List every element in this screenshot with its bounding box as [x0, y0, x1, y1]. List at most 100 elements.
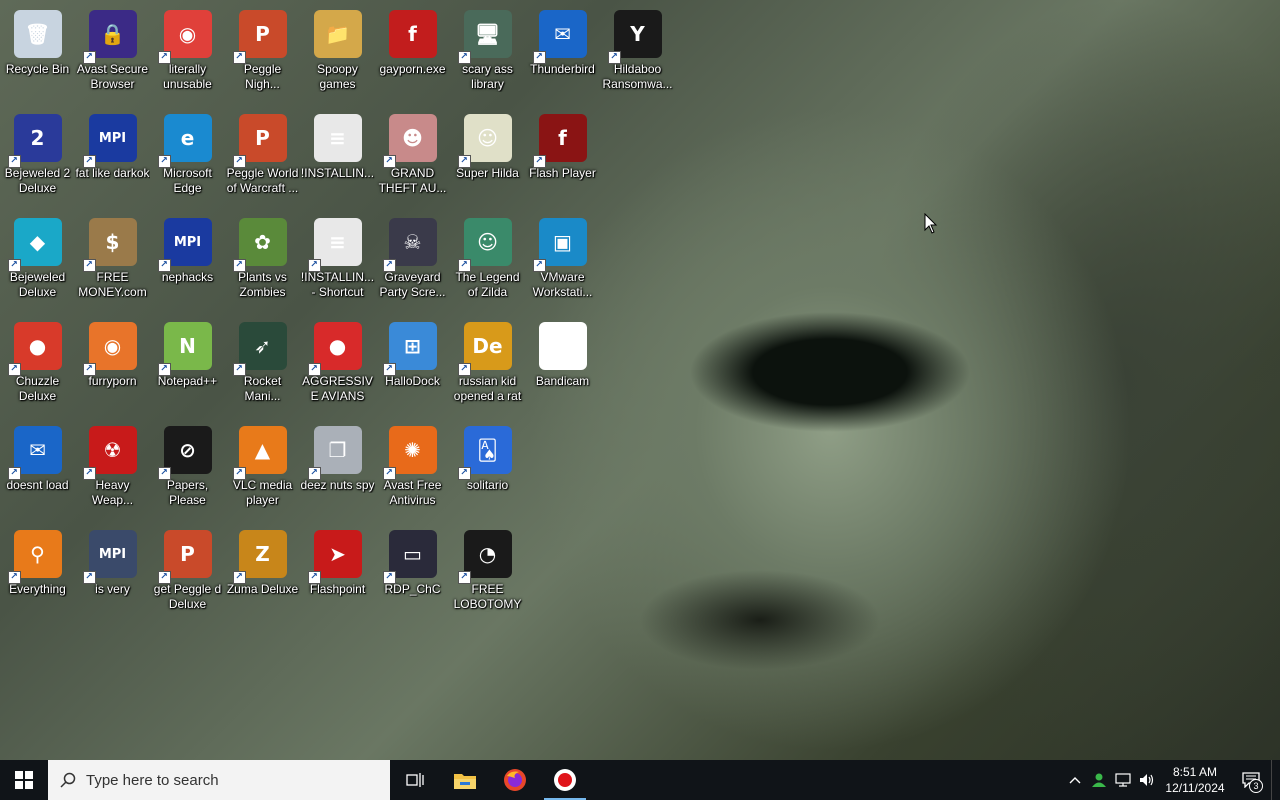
taskbar-search-box[interactable]: Type here to search [48, 760, 390, 800]
desktop-icon-label: Heavy Weap... [91, 478, 134, 507]
desktop-icon-image: De ↗ [457, 322, 512, 376]
network-button[interactable] [1111, 760, 1135, 800]
shortcut-arrow-icon: ↗ [232, 51, 246, 64]
desktop-icon[interactable]: ✿ ↗ Plants vs Zombies [225, 212, 300, 316]
desktop-icon-image: ⚲ ↗ [7, 530, 62, 584]
desktop-icon[interactable]: P ↗ get Peggle d Deluxe [150, 524, 225, 628]
shortcut-arrow-icon: ↗ [607, 51, 621, 64]
desktop-icon-image: ▣ ↗ [532, 218, 587, 272]
desktop-icon-label: Recycle Bin [5, 62, 70, 76]
file-explorer-button[interactable] [440, 760, 490, 800]
desktop-icon[interactable]: 🗑 Recycle Bin [0, 4, 75, 108]
desktop-icon-label: Peggle Nigh... [243, 62, 282, 91]
shortcut-arrow-icon: ↗ [157, 571, 171, 584]
desktop-icon-label: Peggle World of Warcraft ... [226, 166, 299, 195]
windows-logo-icon [15, 771, 33, 789]
desktop-icon-image: ◔ ↗ [457, 530, 512, 584]
search-placeholder: Type here to search [86, 771, 219, 789]
desktop-icon[interactable]: ☢ ↗ Heavy Weap... [75, 420, 150, 524]
firefox-taskbar-button[interactable] [490, 760, 540, 800]
desktop-icon[interactable]: MPI ↗ nephacks [150, 212, 225, 316]
desktop-icon-label: russian kid opened a rat [453, 374, 522, 403]
shortcut-arrow-icon: ↗ [232, 467, 246, 480]
volume-button[interactable] [1135, 760, 1159, 800]
desktop-icon[interactable]: MPI ↗ is very [75, 524, 150, 628]
desktop-icon[interactable]: ▣ ↗ VMware Workstati... [525, 212, 600, 316]
desktop-icon-label: Notepad++ [157, 374, 218, 388]
desktop-icon[interactable]: ➤ ↗ Flashpoint [300, 524, 375, 628]
show-hidden-icons-button[interactable] [1063, 760, 1087, 800]
start-button[interactable] [0, 760, 48, 800]
user-group-icon [1092, 773, 1106, 787]
desktop-icon-label: scary ass library [462, 62, 513, 91]
shortcut-arrow-icon: ↗ [382, 155, 396, 168]
desktop-icon[interactable]: ◔↗FREE LOBOTOMYS [450, 524, 525, 628]
desktop-icon-label: Plants vs Zombies [238, 270, 287, 299]
desktop-icon[interactable]: ✉ ↗ Thunderbird [525, 4, 600, 108]
desktop-icon-label: Bejeweled Deluxe [9, 270, 66, 299]
clock-button[interactable]: 8:51 AM 12/11/2024 [1159, 764, 1231, 796]
desktop-icon[interactable]: ≡ !INSTALLIN... [300, 108, 375, 212]
action-center-button[interactable]: 3 [1231, 760, 1271, 800]
desktop-icon-label: VLC media player [232, 478, 293, 507]
desktop-icon[interactable]: ☺ ↗ Super Hilda [450, 108, 525, 212]
shortcut-arrow-icon: ↗ [307, 363, 321, 376]
desktop-icon-image: P ↗ [232, 114, 287, 168]
desktop-icon[interactable]: f ↗ Flash Player [525, 108, 600, 212]
desktop-icon[interactable]: ☠ ↗ Graveyard Party Scre... [375, 212, 450, 316]
desktop-icon[interactable]: ⚲ ↗ Everything [0, 524, 75, 628]
desktop-icon[interactable]: ● ↗ Chuzzle Deluxe [0, 316, 75, 420]
desktop-icon-image: $ ↗ [82, 218, 137, 272]
shortcut-arrow-icon: ↗ [157, 259, 171, 272]
desktop-icon[interactable]: ◉ ↗ furryporn [75, 316, 150, 420]
desktop-icon[interactable]: 2 ↗ Bejeweled 2 Deluxe [0, 108, 75, 212]
desktop-icon[interactable]: ✺ ↗ Avast Free Antivirus [375, 420, 450, 524]
desktop-icon[interactable]: ☺ ↗ The Legend of Zilda [450, 212, 525, 316]
task-view-button[interactable] [390, 760, 440, 800]
desktop-icon[interactable]: Y ↗ Hildaboo Ransomwa... [600, 4, 675, 108]
shortcut-arrow-icon: ↗ [457, 51, 471, 64]
desktop-icon[interactable]: ✉ ↗ doesnt load [0, 420, 75, 524]
bandicam-taskbar-button[interactable] [540, 760, 590, 800]
desktop-icon-image: P ↗ [232, 10, 287, 64]
desktop-icon[interactable]: P ↗ Peggle World of Warcraft ... [225, 108, 300, 212]
desktop-icon[interactable]: ● ↗ AGGRESSIVE AVIANS [300, 316, 375, 420]
desktop-icon[interactable]: 🖥 ↗ scary ass library [450, 4, 525, 108]
desktop-icon[interactable]: ▭ ↗ RDP_ChC [375, 524, 450, 628]
desktop-icon[interactable]: f gayporn.exe [375, 4, 450, 108]
show-desktop-button[interactable] [1271, 760, 1280, 800]
desktop-icon[interactable]: MPI ↗ fat like darkok [75, 108, 150, 212]
desktop-icon[interactable]: ⊞ ↗ HalloDock [375, 316, 450, 420]
desktop-icon[interactable]: ▲ ↗ VLC media player [225, 420, 300, 524]
mouse-cursor [924, 213, 938, 234]
desktop-icon[interactable]: P ↗ Peggle Nigh... [225, 4, 300, 108]
desktop-icon-image: ➤ ↗ [307, 530, 362, 584]
desktop-icon-image: ⊘ ↗ [157, 426, 212, 480]
desktop-icon-label: FREE MONEY.com [78, 270, 147, 299]
shortcut-arrow-icon: ↗ [532, 155, 546, 168]
desktop-icon[interactable]: 🂡 ↗ solitario [450, 420, 525, 524]
desktop-icon[interactable]: N ↗ Notepad++ [150, 316, 225, 420]
desktop-icon[interactable]: 📁 Spoopy games [300, 4, 375, 108]
shortcut-arrow-icon: ↗ [232, 259, 246, 272]
desktop-icon[interactable]: 🔒 ↗ Avast Secure Browser [75, 4, 150, 108]
desktop-icon[interactable]: ⊘ ↗ Papers, Please [150, 420, 225, 524]
desktop-icon-label: GRAND THEFT AU... [378, 166, 447, 195]
desktop-icon[interactable]: ❐ ↗ deez nuts spy [300, 420, 375, 524]
desktop-icon[interactable]: ◉ ↗ literally unusable [150, 4, 225, 108]
desktop-icon[interactable]: e ↗ Microsoft Edge [150, 108, 225, 212]
desktop-icon-label: Chuzzle Deluxe [15, 374, 60, 403]
tray-user-icon-button[interactable] [1087, 760, 1111, 800]
desktop-icon[interactable]: ● Bandicam [525, 316, 600, 420]
desktop-icon[interactable]: ◆ ↗ Bejeweled Deluxe [0, 212, 75, 316]
desktop-icon[interactable]: ≡ ↗ !INSTALLIN... - Shortcut [300, 212, 375, 316]
shortcut-arrow-icon: ↗ [307, 571, 321, 584]
desktop-icon[interactable]: De ↗ russian kid opened a rat [450, 316, 525, 420]
desktop-icon-image: 🂡 ↗ [457, 426, 512, 480]
system-tray: 8:51 AM 12/11/2024 3 [1063, 760, 1280, 800]
desktop-icon[interactable]: $ ↗ FREE MONEY.com [75, 212, 150, 316]
desktop-icon-label: Flashpoint [309, 582, 366, 596]
desktop-icon[interactable]: ➶ ↗ Rocket Mani... [225, 316, 300, 420]
desktop-icon[interactable]: ☻ ↗ GRAND THEFT AU... [375, 108, 450, 212]
desktop-icon[interactable]: Z ↗ Zuma Deluxe [225, 524, 300, 628]
